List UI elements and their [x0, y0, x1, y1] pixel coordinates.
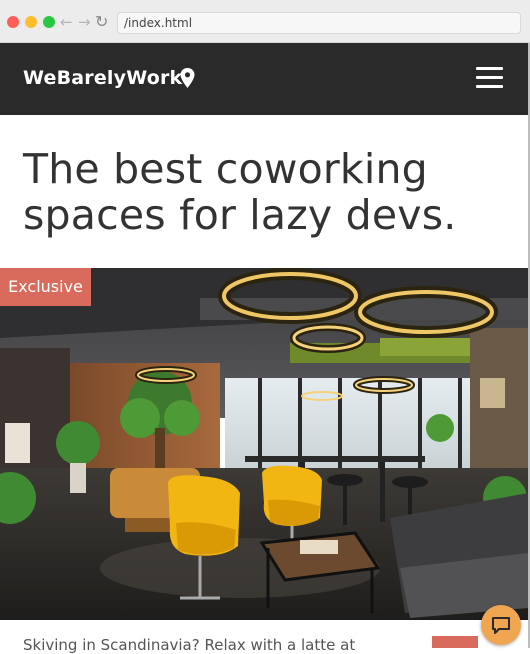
read-more-button[interactable] [432, 636, 478, 648]
browser-toolbar: ← → ↻ /index.html [0, 0, 530, 43]
brand-logo[interactable]: WeBarelyWork [23, 67, 182, 89]
close-window-button[interactable] [7, 16, 19, 28]
address-bar[interactable]: /index.html [117, 12, 521, 34]
coworking-space-photo[interactable] [0, 268, 528, 620]
site-header: WeBarelyWork [0, 43, 528, 115]
chat-bubble-icon [492, 617, 510, 634]
hamburger-menu-icon[interactable] [476, 67, 503, 89]
back-arrow-icon[interactable]: ← [60, 12, 73, 32]
forward-arrow-icon[interactable]: → [78, 12, 91, 32]
chat-button[interactable] [481, 605, 521, 645]
maximize-window-button[interactable] [43, 16, 55, 28]
location-pin-icon[interactable] [180, 68, 195, 88]
reload-icon[interactable]: ↻ [95, 12, 108, 32]
minimize-window-button[interactable] [25, 16, 37, 28]
exclusive-badge: Exclusive [0, 268, 91, 306]
article-caption: Skiving in Scandinavia? Relax with a lat… [23, 636, 356, 654]
page-title: The best coworking spaces for lazy devs. [23, 145, 457, 239]
